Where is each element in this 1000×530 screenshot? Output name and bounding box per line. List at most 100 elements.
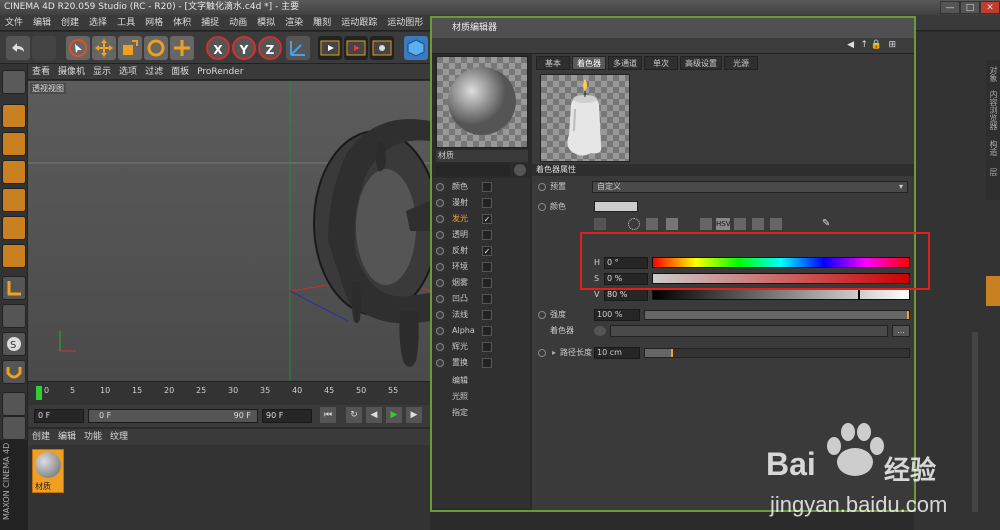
channel-item[interactable]: 法线 <box>436 308 526 322</box>
strength-slider[interactable] <box>644 310 910 320</box>
material-preview[interactable] <box>436 56 528 148</box>
animate-dot-icon[interactable] <box>538 203 546 211</box>
preview-range-slider[interactable]: 0 F 90 F <box>88 409 258 423</box>
start-frame-field[interactable]: 0 F <box>34 409 84 423</box>
timeline-ruler[interactable]: 0 5 10 15 20 25 30 35 40 45 50 55 <box>28 381 430 405</box>
lock-icon[interactable]: 🔒 <box>871 40 882 50</box>
collapse-arrow-icon[interactable]: ▸ <box>552 346 556 360</box>
menu-select[interactable]: 选择 <box>84 15 112 31</box>
snap-icon[interactable]: S <box>2 332 26 356</box>
perspective-viewport[interactable]: 透视视图 <box>28 81 430 381</box>
render-settings-icon[interactable] <box>370 36 394 60</box>
channel-checkbox[interactable]: ✓ <box>482 214 492 224</box>
menu-volume[interactable]: 体积 <box>168 15 196 31</box>
channel-item[interactable]: 环境 <box>436 260 526 274</box>
channel-extra-item[interactable]: 编辑 <box>436 374 526 388</box>
color-swatch[interactable] <box>594 201 638 212</box>
hsv-mode-icon[interactable]: HSV <box>716 218 731 230</box>
axis-mode-icon[interactable] <box>2 276 26 300</box>
rotate-tool-icon[interactable] <box>144 36 168 60</box>
points-mode-icon[interactable] <box>2 188 26 212</box>
mm-menu-texture[interactable]: 纹理 <box>106 429 132 445</box>
make-editable-icon[interactable] <box>2 70 26 94</box>
channel-item[interactable]: 烟雾 <box>436 276 526 290</box>
animate-dot-icon[interactable] <box>538 311 546 319</box>
animate-dot-icon[interactable] <box>538 183 546 191</box>
close-button[interactable]: ✕ <box>980 1 1000 14</box>
kelvin-mode-icon[interactable] <box>734 218 746 230</box>
channel-checkbox[interactable]: ✓ <box>482 246 492 256</box>
menu-motion-tracker[interactable]: 运动跟踪 <box>336 15 382 31</box>
menu-animate[interactable]: 动画 <box>224 15 252 31</box>
channel-item[interactable]: 反射 ✓ <box>436 244 526 258</box>
preset-dropdown[interactable]: 自定义 ▾ <box>592 181 908 193</box>
channel-checkbox[interactable] <box>482 198 492 208</box>
shader-slot[interactable] <box>610 325 888 337</box>
wheel-mode-icon[interactable] <box>594 218 606 230</box>
channel-settings-icon[interactable] <box>514 164 526 176</box>
radius-slider[interactable] <box>644 348 910 358</box>
x-axis-lock-button[interactable]: X <box>206 36 230 60</box>
tab-advanced[interactable]: 高级设置 <box>680 56 722 70</box>
end-frame-field[interactable]: 90 F <box>262 409 312 423</box>
menu-mograph[interactable]: 运动图形 <box>382 15 428 31</box>
render-view-icon[interactable] <box>318 36 342 60</box>
channel-item[interactable]: 辉光 <box>436 340 526 354</box>
menu-simulate[interactable]: 模拟 <box>252 15 280 31</box>
vp-menu-options[interactable]: 选项 <box>115 64 141 80</box>
swatches-icon[interactable] <box>770 218 782 230</box>
move-tool-icon[interactable] <box>92 36 116 60</box>
menu-sculpt[interactable]: 雕刻 <box>308 15 336 31</box>
play-icon[interactable]: ▶ <box>386 407 402 423</box>
lock-workplane-icon[interactable] <box>2 392 26 416</box>
menu-create[interactable]: 创建 <box>56 15 84 31</box>
channel-checkbox[interactable] <box>482 278 492 288</box>
loop-icon[interactable]: ↻ <box>346 407 362 423</box>
magnet-icon[interactable] <box>2 360 26 384</box>
channel-checkbox[interactable] <box>482 182 492 192</box>
tab-content-browser[interactable]: 内容浏览器 <box>988 90 999 130</box>
playhead[interactable] <box>36 386 42 400</box>
redo-icon[interactable] <box>32 36 56 60</box>
value-slider[interactable] <box>652 289 910 300</box>
attributes-tab[interactable] <box>986 276 1000 306</box>
transform-tool-icon[interactable] <box>170 36 194 60</box>
vp-menu-display[interactable]: 显示 <box>89 64 115 80</box>
next-key-icon[interactable]: ▶ <box>406 407 422 423</box>
tab-basic[interactable]: 基本 <box>536 56 570 70</box>
texture-mode-icon[interactable] <box>2 132 26 156</box>
tab-light[interactable]: 光源 <box>724 56 758 70</box>
radius-field[interactable]: 10 cm <box>594 347 640 359</box>
channel-item[interactable]: 颜色 <box>436 180 526 194</box>
vp-menu-camera[interactable]: 摄像机 <box>54 64 89 80</box>
z-axis-lock-button[interactable]: Z <box>258 36 282 60</box>
back-arrow-icon[interactable]: ◀ <box>847 40 854 50</box>
tab-shader[interactable]: 着色器 <box>572 56 606 70</box>
channel-filter-field[interactable] <box>436 164 510 176</box>
v-value-field[interactable]: 80 % <box>604 289 648 301</box>
channel-checkbox[interactable] <box>482 230 492 240</box>
material-swatch[interactable]: 材质 <box>32 449 64 493</box>
channel-extra-item[interactable]: 光照 <box>436 390 526 404</box>
menu-snap[interactable]: 捕捉 <box>196 15 224 31</box>
rgb-mode-icon[interactable] <box>700 218 712 230</box>
channel-checkbox[interactable] <box>482 262 492 272</box>
eyedropper-icon[interactable]: ✎ <box>822 218 834 230</box>
mm-menu-create[interactable]: 创建 <box>28 429 54 445</box>
vp-menu-prorender[interactable]: ProRender <box>193 64 247 80</box>
menu-file[interactable]: 文件 <box>0 15 28 31</box>
tab-structure[interactable]: 构造 <box>988 140 999 156</box>
workplane-mode-icon[interactable] <box>2 160 26 184</box>
vp-menu-panel[interactable]: 面板 <box>167 64 193 80</box>
menu-render[interactable]: 渲染 <box>280 15 308 31</box>
menu-edit[interactable]: 编辑 <box>28 15 56 31</box>
new-icon[interactable]: ⊞ <box>888 40 896 50</box>
channel-extra-item[interactable]: 指定 <box>436 406 526 420</box>
render-to-picture-viewer-icon[interactable] <box>344 36 368 60</box>
tab-layers[interactable]: 层 <box>988 168 999 176</box>
select-tool-icon[interactable] <box>66 36 90 60</box>
channel-item[interactable]: 置换 <box>436 356 526 370</box>
mm-menu-edit[interactable]: 编辑 <box>54 429 80 445</box>
image-mode-icon[interactable] <box>646 218 658 230</box>
forward-arrow-icon[interactable]: ↑ <box>860 40 868 50</box>
